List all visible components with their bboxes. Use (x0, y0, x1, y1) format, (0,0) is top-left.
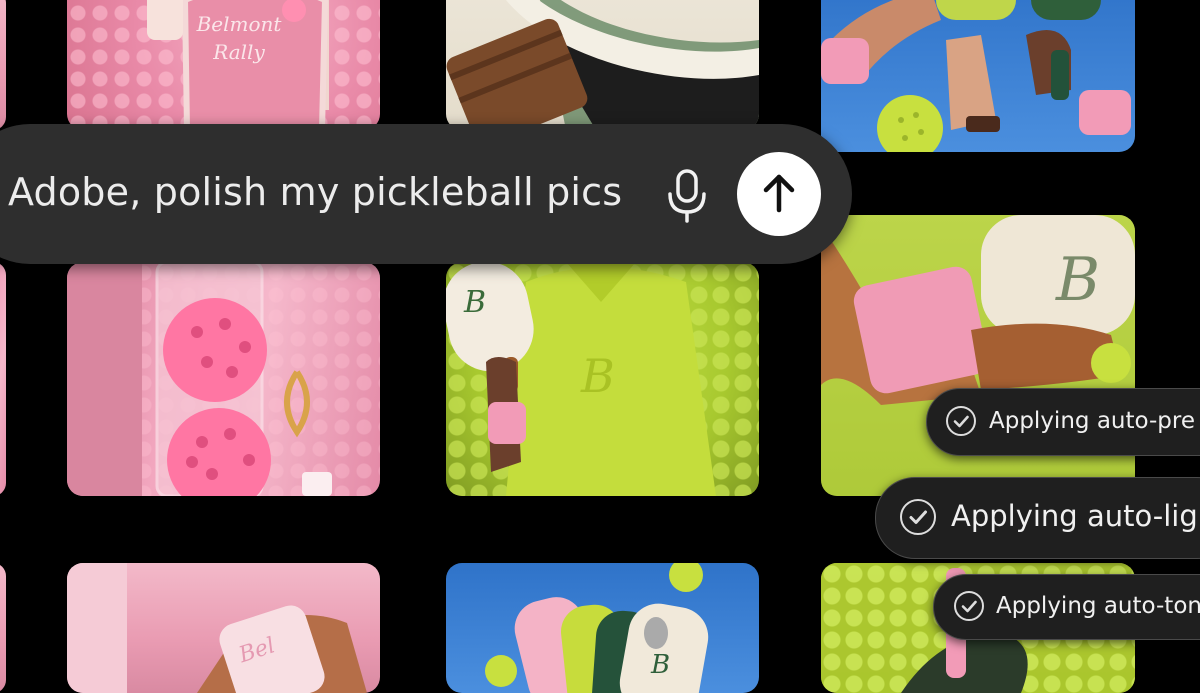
photo-tile-paddles-sky[interactable]: B (446, 563, 759, 693)
photo-tile-edge-3[interactable] (0, 563, 6, 693)
svg-text:B: B (580, 349, 615, 403)
svg-text:B: B (650, 650, 670, 680)
photo-tile-edge-1[interactable] (0, 0, 6, 130)
prompt-input[interactable]: Adobe, polish my pickleball pics (8, 170, 622, 214)
status-pill-1: Applying auto-pre (926, 388, 1200, 456)
assistant-prompt-bar[interactable]: Adobe, polish my pickleball pics (0, 124, 852, 264)
photo-tile-pink-bag[interactable]: Belmont Rally (67, 0, 380, 130)
hands-illustration (821, 0, 1131, 152)
arrow-up-icon (763, 174, 795, 213)
status-label: Applying auto-lig (951, 499, 1198, 533)
knit-illustration: Bel (67, 563, 367, 693)
paddles-illustration: B (485, 563, 709, 693)
status-pill-2: Applying auto-lig (875, 477, 1200, 559)
check-circle-icon (954, 591, 984, 621)
check-circle-icon (946, 406, 976, 436)
photo-tile-ball-jar[interactable] (67, 262, 380, 496)
photo-tile-paddle-cream[interactable] (446, 0, 759, 130)
photo-tile-hands-sky[interactable] (821, 0, 1135, 152)
photo-tile-edge-2[interactable] (0, 262, 6, 496)
bag-lettering: Belmont Rally (196, 12, 282, 64)
svg-text:B: B (463, 285, 486, 320)
send-button[interactable] (737, 152, 821, 236)
status-label: Applying auto-pre (989, 408, 1196, 434)
photo-tile-pink-knit[interactable]: Bel (67, 563, 380, 693)
status-pill-3: Applying auto-ton (933, 574, 1200, 640)
photo-tile-lime-dress[interactable]: B B (446, 262, 759, 496)
paddle-illustration (446, 0, 759, 130)
svg-text:B: B (1055, 245, 1100, 315)
status-label: Applying auto-ton (996, 593, 1200, 619)
microphone-icon[interactable] (665, 168, 709, 224)
check-circle-icon (900, 499, 936, 535)
dress-illustration: B B (446, 262, 716, 496)
jar-illustration (67, 262, 332, 496)
